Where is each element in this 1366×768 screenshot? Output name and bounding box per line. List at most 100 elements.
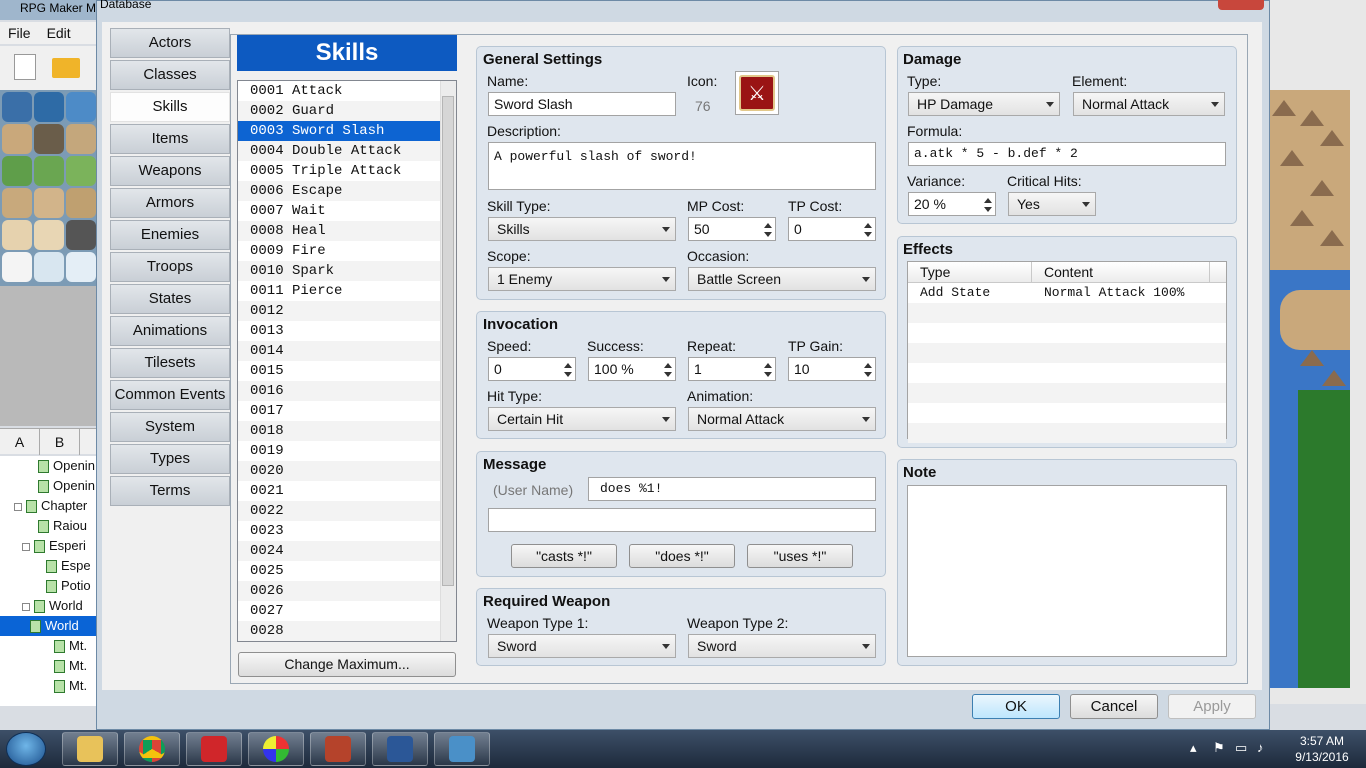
list-item[interactable]: 0023 xyxy=(238,521,456,541)
table-row[interactable] xyxy=(908,403,1226,423)
list-item[interactable]: 0027 xyxy=(238,601,456,621)
taskbar-explorer[interactable] xyxy=(62,732,118,766)
map-tree-item[interactable]: Openin xyxy=(0,476,96,496)
list-item[interactable]: 0024 xyxy=(238,541,456,561)
success-spinner[interactable]: 100 % xyxy=(588,357,676,381)
skill-type-select[interactable]: Skills xyxy=(488,217,676,241)
description-field[interactable]: A powerful slash of sword! xyxy=(488,142,876,190)
taskbar-clock[interactable]: 3:57 AM 9/13/2016 xyxy=(1282,733,1362,765)
name-field[interactable]: Sword Slash xyxy=(488,92,676,116)
map-horizontal-scrollbar[interactable] xyxy=(1270,688,1366,704)
cancel-button[interactable]: Cancel xyxy=(1070,694,1158,719)
taskbar-photos[interactable] xyxy=(434,732,490,766)
spin-up-icon[interactable] xyxy=(764,223,772,228)
list-item[interactable]: 0012 xyxy=(238,301,456,321)
taskbar-chrome[interactable] xyxy=(124,732,180,766)
list-item[interactable]: 0010 Spark xyxy=(238,261,456,281)
list-item[interactable]: 0018 xyxy=(238,421,456,441)
list-item[interactable]: 0016 xyxy=(238,381,456,401)
tp-cost-spinner[interactable]: 0 xyxy=(788,217,876,241)
list-item[interactable]: 0004 Double Attack xyxy=(238,141,456,161)
formula-field[interactable]: a.atk * 5 - b.def * 2 xyxy=(908,142,1226,166)
ok-button[interactable]: OK xyxy=(972,694,1060,719)
weapon-type2-select[interactable]: Sword xyxy=(688,634,876,658)
spin-up-icon[interactable] xyxy=(564,363,572,368)
list-item-selected[interactable]: 0003 Sword Slash xyxy=(238,121,456,141)
list-item[interactable]: 0028 xyxy=(238,621,456,641)
category-types[interactable]: Types xyxy=(110,444,230,474)
taskbar-color[interactable] xyxy=(248,732,304,766)
menu-file[interactable]: File xyxy=(0,22,39,44)
category-system[interactable]: System xyxy=(110,412,230,442)
new-project-icon[interactable] xyxy=(14,54,36,80)
spin-up-icon[interactable] xyxy=(984,198,992,203)
table-row[interactable]: Add State Normal Attack 100% xyxy=(908,283,1226,303)
map-tree-item[interactable]: Esperi xyxy=(0,536,96,556)
map-tree-item[interactable]: Espe xyxy=(0,556,96,576)
open-folder-icon[interactable] xyxy=(52,58,80,78)
list-item[interactable]: 0001 Attack xyxy=(238,81,456,101)
tileset-tab-b[interactable]: B xyxy=(40,429,80,455)
uses-template-button[interactable]: "uses *!" xyxy=(747,544,853,568)
table-row[interactable] xyxy=(908,303,1226,323)
list-item[interactable]: 0015 xyxy=(238,361,456,381)
occasion-select[interactable]: Battle Screen xyxy=(688,267,876,291)
category-enemies[interactable]: Enemies xyxy=(110,220,230,250)
note-textarea[interactable] xyxy=(907,485,1227,657)
collapse-icon[interactable] xyxy=(22,602,30,611)
taskbar-game[interactable] xyxy=(186,732,242,766)
list-item[interactable]: 0007 Wait xyxy=(238,201,456,221)
spin-down-icon[interactable] xyxy=(764,372,772,377)
category-skills[interactable]: Skills xyxy=(110,92,230,122)
mp-cost-spinner[interactable]: 50 xyxy=(688,217,776,241)
list-item[interactable]: 0005 Triple Attack xyxy=(238,161,456,181)
map-tree-item[interactable]: Mt. xyxy=(0,676,96,696)
map-view[interactable] xyxy=(1270,90,1350,690)
table-row[interactable] xyxy=(908,383,1226,403)
category-classes[interactable]: Classes xyxy=(110,60,230,90)
category-common-events[interactable]: Common Events xyxy=(110,380,230,410)
map-tree-item[interactable]: Potio xyxy=(0,576,96,596)
spin-down-icon[interactable] xyxy=(764,232,772,237)
taskbar-rpgmaker[interactable] xyxy=(310,732,366,766)
category-terms[interactable]: Terms xyxy=(110,476,230,506)
list-item[interactable]: 0020 xyxy=(238,461,456,481)
map-vertical-scrollbar[interactable] xyxy=(1350,90,1366,690)
spin-down-icon[interactable] xyxy=(984,207,992,212)
spin-down-icon[interactable] xyxy=(564,372,572,377)
list-item[interactable]: 0009 Fire xyxy=(238,241,456,261)
repeat-spinner[interactable]: 1 xyxy=(688,357,776,381)
spin-up-icon[interactable] xyxy=(864,223,872,228)
close-icon[interactable] xyxy=(1218,0,1264,10)
icon-picker[interactable]: ⚔ xyxy=(735,71,779,115)
spin-up-icon[interactable] xyxy=(764,363,772,368)
list-item[interactable]: 0017 xyxy=(238,401,456,421)
list-item[interactable]: 0008 Heal xyxy=(238,221,456,241)
volume-icon[interactable]: ♪ xyxy=(1257,740,1264,755)
map-tree-item-selected[interactable]: World xyxy=(0,616,96,636)
category-items[interactable]: Items xyxy=(110,124,230,154)
map-tree-item[interactable]: Chapter xyxy=(0,496,96,516)
casts-template-button[interactable]: "casts *!" xyxy=(511,544,617,568)
table-row[interactable] xyxy=(908,423,1226,443)
weapon-type1-select[interactable]: Sword xyxy=(488,634,676,658)
message-line1-field[interactable]: does %1! xyxy=(588,477,876,501)
does-template-button[interactable]: "does *!" xyxy=(629,544,735,568)
table-row[interactable] xyxy=(908,363,1226,383)
category-troops[interactable]: Troops xyxy=(110,252,230,282)
list-scroll-thumb[interactable] xyxy=(442,96,454,586)
category-states[interactable]: States xyxy=(110,284,230,314)
hit-type-select[interactable]: Certain Hit xyxy=(488,407,676,431)
taskbar-word[interactable] xyxy=(372,732,428,766)
list-item[interactable]: 0019 xyxy=(238,441,456,461)
category-animations[interactable]: Animations xyxy=(110,316,230,346)
spin-up-icon[interactable] xyxy=(664,363,672,368)
speed-spinner[interactable]: 0 xyxy=(488,357,576,381)
spin-down-icon[interactable] xyxy=(864,232,872,237)
map-tree-item[interactable]: Raiou xyxy=(0,516,96,536)
damage-type-select[interactable]: HP Damage xyxy=(908,92,1060,116)
animation-select[interactable]: Normal Attack xyxy=(688,407,876,431)
spin-down-icon[interactable] xyxy=(664,372,672,377)
tp-gain-spinner[interactable]: 10 xyxy=(788,357,876,381)
list-item[interactable]: 0006 Escape xyxy=(238,181,456,201)
